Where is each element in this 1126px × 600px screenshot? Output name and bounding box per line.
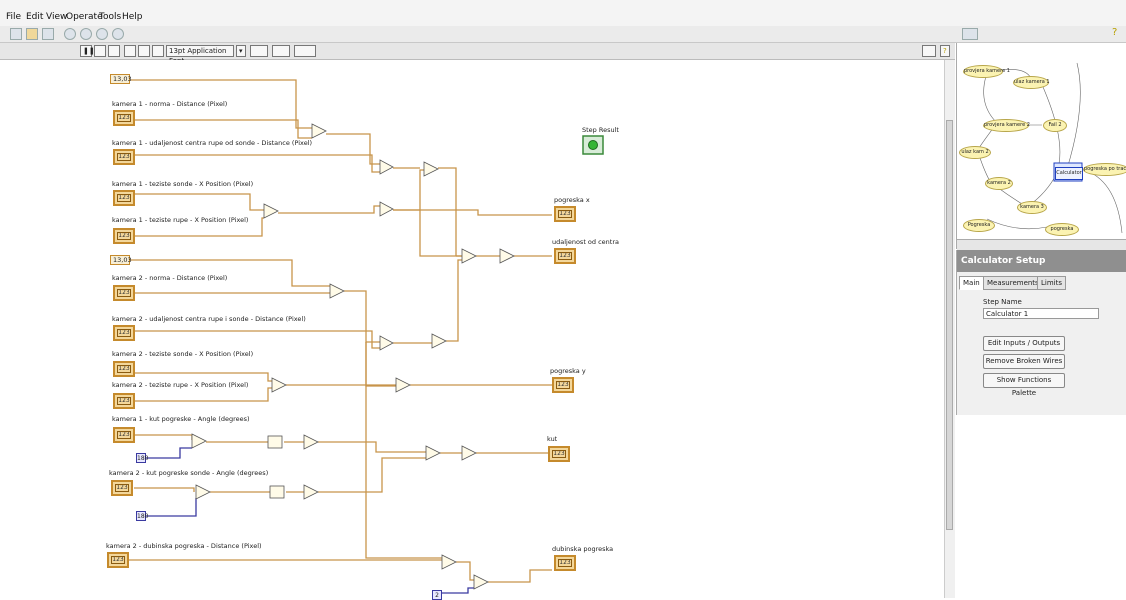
- menu-bar: File Edit View Operate Tools Help: [0, 0, 1126, 26]
- numeric-terminal[interactable]: 123: [113, 393, 135, 409]
- numeric-terminal[interactable]: 123: [113, 149, 135, 165]
- step-name-field[interactable]: Calculator 1: [983, 308, 1099, 319]
- menu-edit[interactable]: Edit: [26, 12, 43, 22]
- output-label: udaljenost od centra: [552, 238, 620, 246]
- remove-broken-wires-button[interactable]: Remove Broken Wires: [983, 354, 1065, 369]
- nav-node[interactable]: ulaz kam 2: [959, 146, 991, 159]
- search-icon[interactable]: [96, 28, 108, 40]
- open-icon[interactable]: [26, 28, 38, 40]
- numeric-terminal[interactable]: 123: [113, 325, 135, 341]
- window-icon[interactable]: [962, 28, 978, 40]
- main-toolbar: ?: [0, 26, 1126, 43]
- step-name-label: Step Name: [983, 298, 1022, 306]
- tab-limits[interactable]: Limits: [1037, 276, 1066, 290]
- output-terminal[interactable]: 123: [554, 206, 576, 222]
- nav-node[interactable]: provjera kamere 1: [963, 65, 1010, 78]
- numeric-terminal[interactable]: 123: [113, 110, 135, 126]
- context-help-icon[interactable]: ?: [940, 45, 950, 57]
- zoom-out-icon[interactable]: [80, 28, 92, 40]
- integer-constant[interactable]: 2: [432, 590, 442, 600]
- distribute-icon[interactable]: [272, 45, 290, 57]
- indicator-label: kamera 2 - dubinska pogreska - Distance …: [106, 542, 262, 550]
- retain-icon[interactable]: [108, 45, 120, 57]
- search-icon[interactable]: [922, 45, 936, 57]
- numeric-terminal[interactable]: 123: [113, 285, 135, 301]
- output-label: pogreska y: [550, 367, 586, 375]
- tab-main[interactable]: Main: [959, 276, 984, 290]
- new-icon[interactable]: [10, 28, 22, 40]
- highlight-icon[interactable]: [94, 45, 106, 57]
- reorder-icon[interactable]: [294, 45, 316, 57]
- nav-node[interactable]: ulaz kamera 1: [1013, 76, 1050, 89]
- output-label: dubinska pogreska: [552, 545, 614, 553]
- integer-constant[interactable]: 180: [136, 453, 148, 463]
- indicator-label: kamera 2 - teziste sonde - X Position (P…: [112, 350, 254, 358]
- numeric-terminal[interactable]: 123: [107, 552, 129, 568]
- indicator-label: kamera 2 - udaljenost centra rupe i sond…: [112, 315, 306, 323]
- indicator-label: kamera 1 - teziste sonde - X Position (P…: [112, 180, 254, 188]
- step-over-icon[interactable]: [138, 45, 150, 57]
- chevron-down-icon[interactable]: ▾: [236, 45, 246, 57]
- constant[interactable]: 13,03: [110, 74, 132, 84]
- calculator-setup-panel: Calculator Setup Main Measurements Limit…: [956, 250, 1126, 415]
- nav-node-selected[interactable]: Calculator: [1055, 167, 1083, 180]
- diagram-toolbar: ❚❚ 13pt Application Font ▾ ?: [0, 43, 955, 65]
- font-select[interactable]: 13pt Application Font: [166, 45, 234, 65]
- nav-node[interactable]: pogreska po traces: [1083, 163, 1126, 176]
- output-terminal[interactable]: 123: [554, 248, 576, 264]
- constant[interactable]: 13,03: [110, 255, 132, 265]
- menu-operate[interactable]: Operate: [66, 12, 103, 22]
- numeric-terminal[interactable]: 123: [113, 228, 135, 244]
- tab-measurements[interactable]: Measurements: [983, 276, 1043, 290]
- diagram-scrollbar[interactable]: [944, 60, 955, 598]
- nav-node[interactable]: kamera 3: [1017, 201, 1047, 214]
- output-label: pogreska x: [554, 196, 590, 204]
- indicator-label: kamera 2 - kut pogreske sonde - Angle (d…: [109, 469, 269, 477]
- save-icon[interactable]: [42, 28, 54, 40]
- numeric-terminal[interactable]: 123: [113, 427, 135, 443]
- step-out-icon[interactable]: [152, 45, 164, 57]
- indicator-label: kamera 1 - udaljenost centra rupe od son…: [112, 139, 313, 147]
- indicator-label: kamera 1 - kut pogreske - Angle (degrees…: [112, 415, 250, 423]
- nav-node[interactable]: Fail 2: [1043, 119, 1067, 132]
- nav-node[interactable]: Pogreska: [963, 219, 995, 232]
- zoom-in-icon[interactable]: [64, 28, 76, 40]
- nav-node[interactable]: provjera kamere 2: [983, 119, 1030, 132]
- panel-title: Calculator Setup: [957, 250, 1126, 272]
- block-diagram[interactable]: 13,03 kamera 1 - norma - Distance (Pixel…: [0, 60, 942, 600]
- pause-icon[interactable]: ❚❚: [80, 45, 95, 57]
- indicator-label: kamera 1 - norma - Distance (Pixel): [112, 100, 228, 108]
- nav-node[interactable]: pogreska: [1045, 223, 1079, 236]
- step-into-icon[interactable]: [124, 45, 136, 57]
- indicator-label: kamera 1 - teziste rupe - X Position (Pi…: [112, 216, 249, 224]
- scrollbar-thumb[interactable]: [946, 120, 953, 530]
- help-icon[interactable]: ?: [1112, 28, 1124, 40]
- show-functions-palette-button[interactable]: Show Functions Palette: [983, 373, 1065, 397]
- output-terminal[interactable]: 123: [554, 555, 576, 571]
- output-label: kut: [547, 435, 558, 443]
- step-result-label: Step Result: [582, 126, 619, 134]
- menu-view[interactable]: View: [46, 12, 67, 22]
- navigator-hscroll[interactable]: [957, 239, 1126, 250]
- output-terminal[interactable]: 123: [552, 377, 574, 393]
- numeric-terminal[interactable]: 123: [111, 480, 133, 496]
- find-icon[interactable]: [112, 28, 124, 40]
- numeric-terminal[interactable]: 123: [113, 361, 135, 377]
- align-icon[interactable]: [250, 45, 268, 57]
- menu-file[interactable]: File: [6, 12, 21, 22]
- numeric-terminal[interactable]: 123: [113, 190, 135, 206]
- integer-constant[interactable]: 180: [136, 511, 148, 521]
- indicator-label: kamera 2 - norma - Distance (Pixel): [112, 274, 228, 282]
- indicator-label: kamera 2 - teziste rupe - X Position (Pi…: [112, 381, 249, 389]
- output-terminal[interactable]: 123: [548, 446, 570, 462]
- menu-tools[interactable]: Tools: [99, 12, 121, 22]
- edit-inputs-outputs-button[interactable]: Edit Inputs / Outputs: [983, 336, 1065, 351]
- sequence-navigator[interactable]: provjera kamere 1 ulaz kamera 1 provjera…: [956, 43, 1126, 250]
- menu-help[interactable]: Help: [122, 12, 143, 22]
- nav-node[interactable]: kamera 2: [985, 177, 1013, 190]
